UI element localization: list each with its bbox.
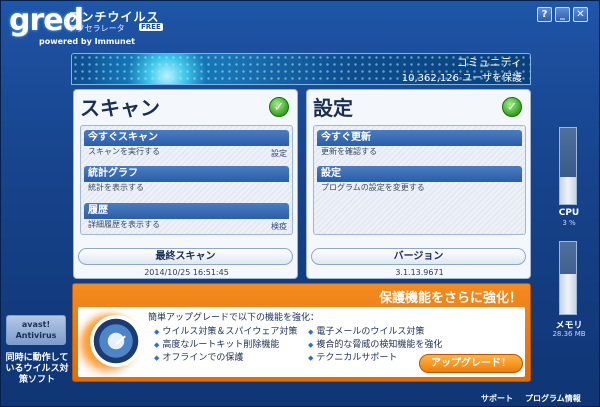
coexisting-antivirus-label: 同時に動作しているウイルス対策ソフト [5,353,69,385]
quarantine-link[interactable]: 検疫 [271,221,287,232]
protected-users-count: 10,362,126 ユーザを保護 [401,73,522,84]
update-now-item[interactable]: 今すぐ更新 更新を確認する [317,130,522,157]
version-button[interactable]: バージョン [311,248,526,265]
powered-by: powered by Immunet [39,37,135,46]
scan-status-check-icon: ✓ [269,97,289,117]
settings-status-check-icon: ✓ [502,97,522,117]
settings-item[interactable]: 設定 プログラムの設定を変更する [317,166,522,193]
history-item[interactable]: 履歴 詳細履歴を表示する 検疫 [84,203,289,232]
feature-item: ◆ 高度なルートキット削除機能 [154,340,280,350]
scan-items: 今すぐスキャン スキャンを実行する 設定 統計グラフ 統計を表示する 履歴 詳細… [80,125,293,235]
scan-now-title: 今すぐスキャン [84,130,289,146]
settings-panel: 設定 ✓ 今すぐ更新 更新を確認する 設定 プログラムの設定を変更する バージョ… [306,89,531,279]
upgrade-headline: 簡単アップグレードで以下の機能を強化： [148,313,320,323]
cpu-meter [559,127,577,205]
community-label: コミュニティ [456,56,522,69]
settings-panel-title: 設定 [313,96,353,120]
upgrade-box: 保護機能をさらに強化！ 簡単アップグレードで以下の機能を強化： ◆ ウイルス対策＆… [72,283,531,382]
help-button[interactable]: ? [537,7,552,22]
scan-now-desc: スキャンを実行する [88,147,160,156]
avast-badge[interactable]: avast! Antivirus [6,315,66,345]
last-scan-time: 2014/10/25 16:51:45 [144,268,229,277]
scan-now-item[interactable]: 今すぐスキャン スキャンを実行する 設定 [84,130,289,159]
settings-items: 今すぐ更新 更新を確認する 設定 プログラムの設定を変更する [313,125,526,235]
feature-item: ◆ 電子メールのウイルス対策 [308,327,425,337]
community-banner[interactable]: コミュニティ 10,362,126 ユーザを保護 [71,53,531,85]
stats-graph-item[interactable]: 統計グラフ 統計を表示する [84,166,289,193]
update-now-title: 今すぐ更新 [317,130,522,146]
free-badge: FREE [139,23,163,31]
memory-value: 28.36 MB [552,330,586,338]
minimize-button[interactable]: _ [555,7,570,22]
upgrade-title: 保護機能をさらに強化！ [378,291,522,306]
speedometer-icon [90,315,142,367]
memory-meter-fill [560,274,576,314]
avast-line2: Antivirus [15,331,57,340]
stats-graph-title: 統計グラフ [84,166,289,182]
feature-item: ◆ 複合的な脅威の検知機能を強化 [308,340,443,350]
feature-item: ◆ オフラインでの保護 [154,353,244,363]
settings-item-title: 設定 [317,166,522,182]
avast-line1: avast! [21,320,51,329]
support-link[interactable]: サポート [481,393,513,404]
scan-settings-link[interactable]: 設定 [271,148,287,159]
feature-item: ◆ ウイルス対策＆スパイウェア対策 [154,327,298,337]
upgrade-button[interactable]: アップグレード！ [419,354,523,373]
version-number: 3.1.13.9671 [395,268,444,277]
stats-graph-desc: 統計を表示する [88,183,144,192]
scan-panel-title: スキャン [80,96,160,120]
scan-panel: スキャン ✓ 今すぐスキャン スキャンを実行する 設定 統計グラフ 統計を表示す… [73,89,298,279]
feature-item: ◆ テクニカルサポート [308,353,398,363]
history-title: 履歴 [84,203,289,219]
cpu-label: CPU [558,208,580,218]
close-button[interactable]: ✕ [573,7,588,22]
settings-item-desc: プログラムの設定を変更する [321,183,425,192]
program-info-link[interactable]: プログラム情報 [525,393,581,404]
cpu-meter-fill [560,177,576,204]
last-scan-button[interactable]: 最終スキャン [78,248,293,265]
cpu-value: 3 % [562,219,576,227]
memory-meter [559,241,577,315]
app-window: gred アンチウイルス アクセラレータ FREE powered by Imm… [0,0,600,407]
upgrade-content: 簡単アップグレードで以下の機能を強化： ◆ ウイルス対策＆スパイウェア対策 ◆ 高度… [78,307,525,377]
app-name-line2: アクセラレータ [69,24,125,33]
history-desc: 詳細履歴を表示する [88,220,160,229]
update-now-desc: 更新を確認する [321,147,377,156]
